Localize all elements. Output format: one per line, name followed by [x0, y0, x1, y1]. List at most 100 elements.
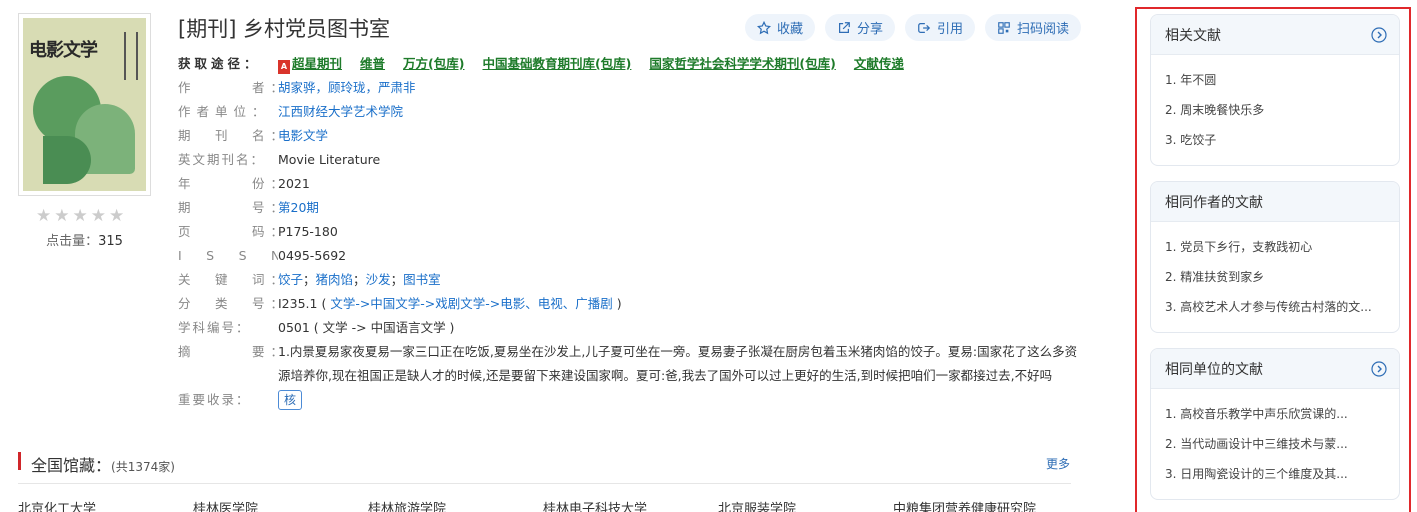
- scan-read-label: 扫码阅读: [1017, 22, 1070, 37]
- list-item[interactable]: 2. 精准扶贫到家乡: [1165, 262, 1385, 292]
- en-journal-value: Movie Literature: [278, 152, 381, 167]
- same-unit-header: 相同单位的文献: [1151, 349, 1399, 389]
- subject-row: 学科编号： 0501 ( 文学 -> 中国语言文学 ): [178, 316, 1078, 340]
- list-item[interactable]: 3. 日用陶瓷设计的三个维度及其...: [1165, 459, 1385, 489]
- cite-label: 引用: [937, 22, 964, 37]
- star-icon[interactable]: ★: [109, 207, 124, 225]
- list-item[interactable]: 3. 高校艺术人才参与传统古村落的文...: [1165, 292, 1385, 322]
- same-author-title: 相同作者的文献: [1165, 194, 1263, 211]
- subject-label: 学科编号：: [178, 320, 251, 335]
- page-title: [期刊] 乡村党员图书室: [178, 17, 391, 41]
- journal-link[interactable]: 电影文学: [278, 128, 328, 143]
- library-item[interactable]: 桂林电子科技大学: [543, 498, 718, 512]
- same-author-card: 相同作者的文献 1. 党员下乡行，支教践初心 2. 精准扶贫到家乡 3. 高校艺…: [1150, 181, 1400, 333]
- related-docs-list: 1. 年不圆 2. 周末晚餐快乐多 3. 吃饺子: [1151, 55, 1399, 161]
- keywords-row: 关 键 词： 饺子；猪肉馅；沙发；图书室: [178, 268, 1078, 292]
- keyword-link[interactable]: 猪肉馅: [316, 272, 354, 287]
- keyword-separator: ；: [390, 272, 404, 287]
- library-item[interactable]: 桂林医学院: [193, 498, 368, 512]
- pages-value: P175-180: [278, 224, 338, 239]
- same-author-list: 1. 党员下乡行，支教践初心 2. 精准扶贫到家乡 3. 高校艺术人才参与传统古…: [1151, 222, 1399, 328]
- holdings-more-link[interactable]: 更多: [1046, 455, 1070, 472]
- library-item[interactable]: 中粮集团营养健康研究院: [893, 498, 1068, 512]
- keyword-link[interactable]: 沙发: [366, 272, 391, 287]
- share-icon: [839, 21, 850, 33]
- share-button[interactable]: 分享: [825, 14, 896, 41]
- divider: [18, 483, 1071, 484]
- star-icon[interactable]: ★: [73, 207, 88, 225]
- star-icon[interactable]: ★: [91, 207, 106, 225]
- same-unit-card: 相同单位的文献 1. 高校音乐教学中声乐欣赏课的... 2. 当代动画设计中三维…: [1150, 348, 1400, 500]
- related-docs-card: 相关文献 1. 年不圆 2. 周末晚餐快乐多 3. 吃饺子: [1150, 14, 1400, 166]
- journal-row: 期 刊 名： 电影文学: [178, 124, 1078, 148]
- list-item[interactable]: 1. 高校音乐教学中声乐欣赏课的...: [1165, 399, 1385, 429]
- favorite-label: 收藏: [777, 22, 804, 37]
- journal-cover: 电影文学: [18, 13, 151, 196]
- library-item[interactable]: 北京服装学院: [718, 498, 893, 512]
- keyword-link[interactable]: 图书室: [403, 272, 441, 287]
- qr-code-icon: [998, 21, 1010, 34]
- abstract-label: 摘 要：: [178, 344, 278, 359]
- abstract-row: 摘 要： 1.内景夏易家夜夏易一家三口正在吃饭,夏易坐在沙发上,儿子夏可坐在一旁…: [178, 340, 1078, 388]
- abstract-text: 1.内景夏易家夜夏易一家三口正在吃饭,夏易坐在沙发上,儿子夏可坐在一旁。夏易妻子…: [278, 344, 1078, 383]
- access-link-weipu[interactable]: 维普: [360, 52, 385, 76]
- list-item[interactable]: 1. 年不圆: [1165, 65, 1385, 95]
- access-routes: A 超星期刊 维普 万方(包库) 中国基础教育期刊库(包库) 国家哲学社会科学学术…: [278, 52, 1078, 76]
- access-link-wanfang[interactable]: 万方(包库): [403, 52, 464, 76]
- pages-row: 页 码： P175-180: [178, 220, 1078, 244]
- core-journal-badge[interactable]: 核: [278, 390, 303, 410]
- rating-stars[interactable]: ★ ★ ★ ★ ★: [36, 207, 124, 225]
- access-link-philosophy[interactable]: 国家哲学社会科学学术期刊(包库): [649, 52, 835, 76]
- unit-link[interactable]: 江西财经大学艺术学院: [278, 104, 403, 119]
- unit-label: 作者单位：: [178, 104, 271, 119]
- library-item[interactable]: 北京化工大学: [18, 498, 193, 512]
- library-item[interactable]: 桂林旅游学院: [368, 498, 543, 512]
- same-unit-title: 相同单位的文献: [1165, 361, 1263, 378]
- arrow-circle-right-icon[interactable]: [1371, 360, 1387, 377]
- author-links[interactable]: 胡家骅，顾玲珑，严肃非: [278, 80, 416, 95]
- star-outline-icon: [757, 20, 771, 34]
- related-docs-title: 相关文献: [1165, 27, 1221, 44]
- scan-read-button[interactable]: 扫码阅读: [985, 14, 1082, 41]
- cite-icon: [918, 22, 931, 33]
- list-item[interactable]: 1. 党员下乡行，支教践初心: [1165, 232, 1385, 262]
- star-icon[interactable]: ★: [36, 207, 51, 225]
- favorite-button[interactable]: 收藏: [745, 14, 816, 41]
- classification-code: I235.1: [278, 296, 318, 311]
- cover-decoration: [43, 136, 91, 184]
- cite-button[interactable]: 引用: [905, 14, 976, 41]
- issn-row: I S S N： 0495-5692: [178, 244, 1078, 268]
- issn-label: I S S N：: [178, 248, 278, 263]
- author-label: 作 者：: [178, 80, 278, 95]
- journal-label: 期 刊 名：: [178, 128, 278, 143]
- classification-label: 分 类 号：: [178, 296, 278, 311]
- click-count: 点击量：315: [18, 230, 151, 249]
- access-link-chaoxing[interactable]: A 超星期刊: [278, 52, 342, 76]
- en-journal-label: 英文期刊名：: [178, 152, 266, 167]
- share-label: 分享: [857, 22, 884, 37]
- pdf-icon: A: [278, 60, 290, 74]
- keyword-link[interactable]: 饺子: [278, 272, 303, 287]
- list-item[interactable]: 2. 周末晚餐快乐多: [1165, 95, 1385, 125]
- list-item[interactable]: 2. 当代动画设计中三维技术与蒙...: [1165, 429, 1385, 459]
- click-count-label: 点击量：: [46, 234, 99, 249]
- index-label: 重要收录：: [178, 392, 251, 407]
- issue-row: 期 号： 第20期: [178, 196, 1078, 220]
- access-link-basic-edu[interactable]: 中国基础教育期刊库(包库): [482, 52, 631, 76]
- access-link-delivery[interactable]: 文献传递: [854, 52, 904, 76]
- issue-link[interactable]: 第20期: [278, 200, 319, 215]
- same-author-header: 相同作者的文献: [1151, 182, 1399, 222]
- click-count-value: 315: [98, 234, 123, 249]
- access-routes-row: 获取途径： A 超星期刊 维普 万方(包库) 中国基础教育期刊库(包库) 国家哲学…: [178, 52, 1078, 76]
- related-docs-header: 相关文献: [1151, 15, 1399, 55]
- section-marker: [18, 452, 21, 470]
- cover-decoration: [124, 32, 138, 80]
- classification-path-link[interactable]: 文学->中国文学->戏剧文学->电影、电视、广播剧: [330, 296, 612, 311]
- holdings-title-text: 全国馆藏：: [31, 456, 112, 475]
- same-unit-list: 1. 高校音乐教学中声乐欣赏课的... 2. 当代动画设计中三维技术与蒙... …: [1151, 389, 1399, 495]
- unit-row: 作者单位： 江西财经大学艺术学院: [178, 100, 1078, 124]
- list-item[interactable]: 3. 吃饺子: [1165, 125, 1385, 155]
- star-icon[interactable]: ★: [54, 207, 69, 225]
- arrow-circle-right-icon[interactable]: [1371, 26, 1387, 43]
- keyword-separator: ；: [303, 272, 316, 287]
